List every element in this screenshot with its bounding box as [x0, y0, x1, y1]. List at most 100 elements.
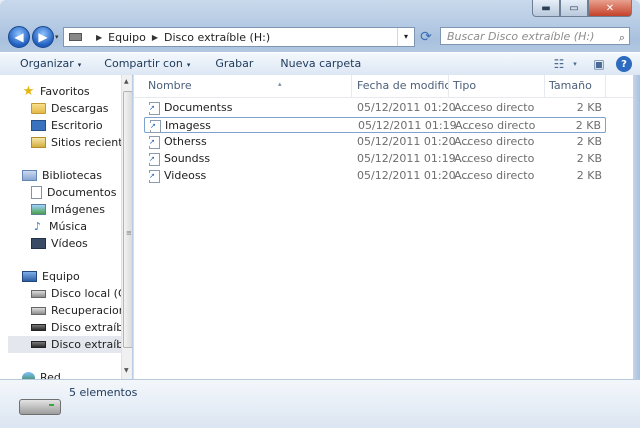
file-type: Acceso directo: [454, 135, 535, 148]
chevron-down-icon[interactable]: ▾: [570, 55, 580, 73]
scroll-down-icon[interactable]: ▼: [124, 367, 129, 374]
column-header-name[interactable]: Nombre ▴: [144, 75, 352, 97]
nav-item-escritorio[interactable]: Escritorio: [31, 117, 132, 134]
nav-label: Favoritos: [40, 85, 90, 98]
sort-ascending-icon: ▴: [278, 80, 282, 88]
nav-favorites[interactable]: ★ Favoritos: [22, 83, 132, 100]
file-type: Acceso directo: [454, 101, 535, 114]
nav-label: Disco local (C:): [51, 287, 132, 300]
nav-item-sitios-recientes[interactable]: Sitios recientes: [31, 134, 132, 151]
share-with-button[interactable]: Compartir con ▾: [90, 53, 199, 75]
chevron-down-icon: ▾: [77, 61, 82, 69]
nav-item-imagenes[interactable]: Imágenes: [31, 201, 132, 218]
nav-computer[interactable]: Equipo: [22, 268, 132, 285]
chevron-right-icon[interactable]: ▶: [152, 33, 158, 42]
change-view-icon[interactable]: ☷: [548, 55, 570, 73]
organize-label: Organizar: [20, 57, 74, 70]
nav-label: Bibliotecas: [42, 169, 103, 182]
nav-item-musica[interactable]: ♪ Música: [31, 218, 132, 235]
shortcut-icon: [149, 136, 160, 149]
shortcut-icon: [149, 102, 160, 115]
grip-icon: ≡: [126, 229, 132, 237]
nav-label: Imágenes: [51, 203, 105, 216]
preview-pane-icon[interactable]: ▣: [588, 55, 610, 73]
organize-button[interactable]: Organizar ▾: [0, 53, 90, 75]
table-row[interactable]: Videoss 05/12/2011 01:20 ...Acceso direct…: [144, 168, 606, 184]
chevron-down-icon: ▾: [186, 61, 191, 69]
view-controls: ☷ ▾ ▣ ?: [548, 55, 640, 73]
refresh-button[interactable]: ⟳: [416, 27, 436, 47]
search-icon[interactable]: ⌕: [619, 29, 625, 47]
file-date: 05/12/2011 01:19 ...: [358, 119, 471, 132]
nav-network[interactable]: Red: [22, 369, 132, 379]
table-row[interactable]: Soundss 05/12/2011 01:19 ...Acceso direct…: [144, 151, 606, 167]
help-icon[interactable]: ?: [616, 56, 632, 72]
table-row[interactable]: Otherss 05/12/2011 01:20 ...Acceso direct…: [144, 134, 606, 150]
column-name-label: Nombre: [148, 79, 192, 92]
item-count: 5 elementos: [69, 386, 138, 399]
search-input[interactable]: Buscar Disco extraíble (H:) ⌕: [440, 27, 630, 45]
back-button[interactable]: ◀: [8, 26, 30, 48]
nav-item-videos[interactable]: Vídeos: [31, 235, 132, 252]
file-size: 2 KB: [575, 119, 601, 132]
breadcrumb-equipo[interactable]: Equipo: [108, 31, 146, 44]
new-folder-button[interactable]: Nueva carpeta: [262, 53, 370, 75]
nav-label: Escritorio: [51, 119, 103, 132]
nav-label: Música: [49, 220, 88, 233]
nav-label: Documentos: [47, 186, 117, 199]
nav-label: Disco extraíble (H: [51, 338, 121, 351]
breadcrumb-removable-disk[interactable]: Disco extraíble (H:): [164, 31, 270, 44]
star-icon: ★: [22, 84, 35, 99]
forward-button[interactable]: ▶: [32, 26, 54, 48]
music-icon: ♪: [33, 220, 42, 233]
nav-label: Disco extraíble (G: [51, 321, 132, 334]
removable-drive-icon: [31, 324, 46, 331]
recent-pages-button[interactable]: ▾: [55, 33, 59, 41]
burn-button[interactable]: Grabar: [199, 53, 262, 75]
nav-item-descargas[interactable]: Descargas: [31, 100, 132, 117]
file-size: 2 KB: [576, 135, 602, 148]
search-placeholder: Buscar Disco extraíble (H:): [447, 30, 595, 43]
table-row[interactable]: Documentss 05/12/2011 01:20 ...Acceso dir…: [144, 100, 606, 116]
close-button[interactable]: ✕: [588, 0, 632, 17]
nav-item-disco-extraible-g[interactable]: Disco extraíble (G: [31, 319, 132, 336]
column-header-type[interactable]: Tipo: [449, 75, 545, 97]
column-header-date[interactable]: Fecha de modifica...: [353, 75, 449, 97]
file-list: Nombre ▴ Fecha de modifica... Tipo Tamañ…: [133, 75, 634, 379]
nav-item-documentos[interactable]: Documentos: [31, 184, 132, 201]
nav-item-disco-local-c[interactable]: Disco local (C:): [31, 285, 132, 302]
address-dropdown-button[interactable]: ▾: [397, 28, 414, 46]
share-with-label: Compartir con: [104, 57, 183, 70]
column-header-size[interactable]: Tamaño: [545, 75, 606, 97]
file-name: Documentss: [164, 101, 233, 114]
file-date: 05/12/2011 01:20 ...: [357, 135, 470, 148]
hard-drive-icon: [31, 306, 46, 315]
chevron-right-icon[interactable]: ▶: [96, 33, 102, 42]
file-date: 05/12/2011 01:20 ...: [357, 101, 470, 114]
videos-icon: [31, 238, 46, 249]
nav-label: Sitios recientes: [51, 136, 132, 149]
nav-scrollbar[interactable]: ▲ ≡ ▼: [121, 75, 132, 379]
file-name: Otherss: [164, 135, 207, 148]
nav-libraries[interactable]: Bibliotecas: [22, 167, 132, 184]
scroll-up-icon[interactable]: ▲: [124, 78, 129, 85]
details-pane: 5 elementos: [0, 379, 640, 428]
table-row[interactable]: Imagess 05/12/2011 01:19 ...Acceso direct…: [144, 117, 606, 133]
maximize-button[interactable]: ▭: [560, 0, 588, 17]
nav-item-recuperacion-d[interactable]: Recuperacion (D:: [31, 302, 132, 319]
documents-icon: [31, 186, 42, 199]
drive-activity-light: [49, 404, 54, 406]
nav-label: Descargas: [51, 102, 109, 115]
column-headers: Nombre ▴ Fecha de modifica... Tipo Tamañ…: [134, 75, 634, 98]
recent-places-icon: [31, 137, 46, 148]
file-name: Soundss: [164, 152, 211, 165]
address-bar[interactable]: ▶ Equipo ▶ Disco extraíble (H:) ▾: [63, 27, 415, 47]
file-size: 2 KB: [576, 169, 602, 182]
desktop-icon: [31, 120, 46, 131]
file-name: Imagess: [165, 119, 211, 132]
nav-scroll-thumb[interactable]: ≡: [123, 91, 132, 348]
minimize-button[interactable]: ▬: [532, 0, 560, 17]
nav-item-disco-extraible-h[interactable]: Disco extraíble (H: [8, 336, 121, 353]
nav-label: Red: [40, 371, 61, 379]
navigation-pane: ★ Favoritos Descargas Escritorio Sitios r…: [0, 75, 132, 379]
